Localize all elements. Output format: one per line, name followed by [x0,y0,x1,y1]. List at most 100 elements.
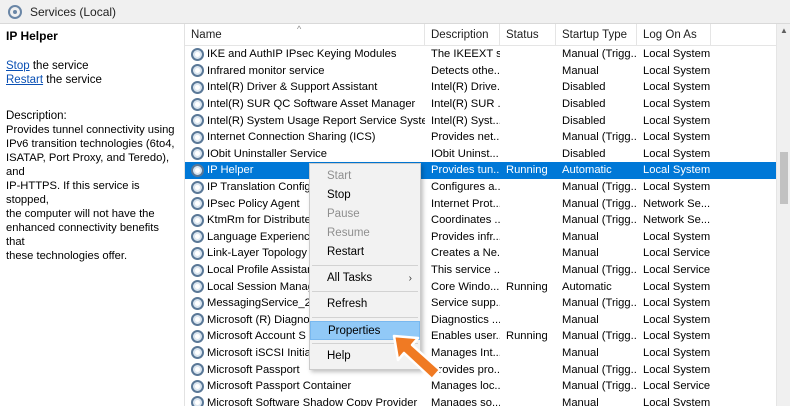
service-gear-icon [191,230,204,244]
cell-log-on-as: Local System [643,280,711,293]
cell-log-on-as: Local System [643,164,711,177]
service-name-text: Microsoft iSCSI Initia [207,346,311,359]
table-row[interactable]: Microsoft Passport Container Manages loc.… [185,378,777,395]
cell-log-on-as: Local System [643,297,711,310]
cell-log-on-as: Local System [643,346,711,359]
services-gear-icon [8,4,22,19]
service-name-text: Local Session Manag [207,280,314,293]
table-row[interactable]: Microsoft Passport Provides pro... Manual … [185,361,777,378]
cell-startup-type: Manual (Trigg... [562,297,637,310]
cell-log-on-as: Local System [643,230,711,243]
column-header-startup-type[interactable]: Startup Type [556,24,637,46]
cell-startup-type: Manual (Trigg... [562,330,637,343]
cell-log-on-as: Local Service [643,264,711,277]
table-row[interactable]: Infrared monitor service Detects othe... M… [185,63,777,80]
column-header-description[interactable]: Description [425,24,500,46]
cell-description: Internet Prot... [431,197,500,210]
menu-item-all-tasks[interactable]: All Tasks › [310,269,420,288]
table-row[interactable]: Local Session Manag Core Windo... Running A… [185,278,777,295]
service-name-text: Microsoft Passport Container [207,380,352,393]
cell-startup-type: Manual (Trigg... [562,131,637,144]
menu-item-resume[interactable]: Resume [310,224,420,243]
table-row[interactable]: Language Experience Provides infr... Manua… [185,229,777,246]
service-gear-icon [191,114,204,128]
cell-startup-type: Manual [562,313,599,326]
table-row[interactable]: Link-Layer Topology Creates a Ne... Manual… [185,245,777,262]
cell-description: The IKEEXT s... [431,48,500,61]
menu-separator [312,265,418,266]
cell-log-on-as: Local Service [643,247,711,260]
cell-name: IObit Uninstaller Service [185,147,425,161]
restart-service-link[interactable]: Restart [6,74,43,86]
cell-startup-type: Manual [562,346,599,359]
service-name-text: Intel(R) System Usage Report Service Sys… [207,114,425,127]
selected-service-name: IP Helper [6,29,58,43]
cell-description: IObit Uninst... [431,147,499,160]
cell-log-on-as: Network Se... [643,197,711,210]
table-row[interactable]: IObit Uninstaller Service IObit Uninst...… [185,146,777,163]
service-gear-icon [191,80,204,94]
service-name-text: IPsec Policy Agent [207,197,300,210]
table-row[interactable]: IP Helper Provides tun... Running Automatic… [185,162,777,179]
menu-item-label: Help [327,350,351,362]
cell-description: Provides net... [431,131,500,144]
menu-item-label: Resume [327,227,370,239]
table-row[interactable]: MessagingService_2 Service supp... Manual … [185,295,777,312]
service-name-text: KtmRm for Distribute [207,214,311,227]
menu-item-refresh[interactable]: Refresh [310,295,420,314]
table-row[interactable]: IPsec Policy Agent Internet Prot... Manual… [185,195,777,212]
cell-startup-type: Manual [562,64,599,77]
table-row[interactable]: IKE and AuthIP IPsec Keying Modules The I… [185,46,777,63]
service-gear-icon [191,379,204,393]
cell-startup-type: Manual (Trigg... [562,48,637,61]
table-row[interactable]: Microsoft Software Shadow Copy Provider M… [185,394,777,406]
cell-log-on-as: Network Se... [643,214,711,227]
cell-description: Intel(R) Syst... [431,114,500,127]
service-name-text: Microsoft (R) Diagno [207,313,310,326]
stop-service-link[interactable]: Stop [6,60,30,72]
cell-startup-type: Disabled [562,81,606,94]
table-row[interactable]: Intel(R) SUR QC Software Asset Manager In… [185,96,777,113]
table-row[interactable]: Internet Connection Sharing (ICS) Provide… [185,129,777,146]
column-header-log-on-as[interactable]: Log On As [637,24,711,46]
restart-service-line: Restart the service [6,73,178,87]
cell-startup-type: Disabled [562,147,606,160]
table-row[interactable]: Intel(R) Driver & Support Assistant Intel… [185,79,777,96]
service-details-pane: IP Helper Stop the service Restart the s… [0,24,184,406]
table-row[interactable]: Microsoft (R) Diagno Diagnostics ... Manua… [185,312,777,329]
table-row[interactable]: Microsoft Account S Enables user... Runnin… [185,328,777,345]
sort-arrow-icon: ^ [297,24,302,34]
service-name-text: Microsoft Account S [207,330,306,343]
cell-startup-type: Disabled [562,98,606,111]
service-name-text: Internet Connection Sharing (ICS) [207,131,376,144]
table-row[interactable]: KtmRm for Distribute Coordinates ... Manua… [185,212,777,229]
menu-item-stop[interactable]: Stop [310,186,420,205]
menu-item-label: Restart [327,246,365,258]
service-gear-icon [191,130,204,144]
table-row[interactable]: Local Profile Assistan This service ... Ma… [185,262,777,279]
cell-log-on-as: Local System [643,363,711,376]
cell-log-on-as: Local System [643,114,711,127]
menu-item-restart[interactable]: Restart [310,243,420,262]
column-header-name[interactable]: Name [185,24,425,46]
table-row[interactable]: Intel(R) System Usage Report Service Sys… [185,112,777,129]
cell-startup-type: Manual (Trigg... [562,380,637,393]
cell-startup-type: Manual [562,247,599,260]
vertical-scrollbar[interactable]: ▲ [776,24,790,406]
cell-startup-type: Manual [562,230,599,243]
cell-startup-type: Automatic [562,164,612,177]
column-header-status[interactable]: Status [500,24,556,46]
cell-description: Service supp... [431,297,500,310]
table-row[interactable]: Microsoft iSCSI Initia Manages Int... Manu… [185,345,777,362]
scroll-up-arrow-icon[interactable]: ▲ [777,24,790,38]
service-gear-icon [191,263,204,277]
menu-item-start[interactable]: Start [310,167,420,186]
menu-item-label: Refresh [327,298,368,310]
menu-item-pause[interactable]: Pause [310,205,420,224]
cell-log-on-as: Local System [643,64,711,77]
table-row[interactable]: IP Translation Configu Configures a... Man… [185,179,777,196]
cell-description: Intel(R) Drive... [431,81,500,94]
service-gear-icon [191,329,204,343]
service-name-text: IObit Uninstaller Service [207,147,327,160]
scrollbar-thumb[interactable] [780,152,788,204]
